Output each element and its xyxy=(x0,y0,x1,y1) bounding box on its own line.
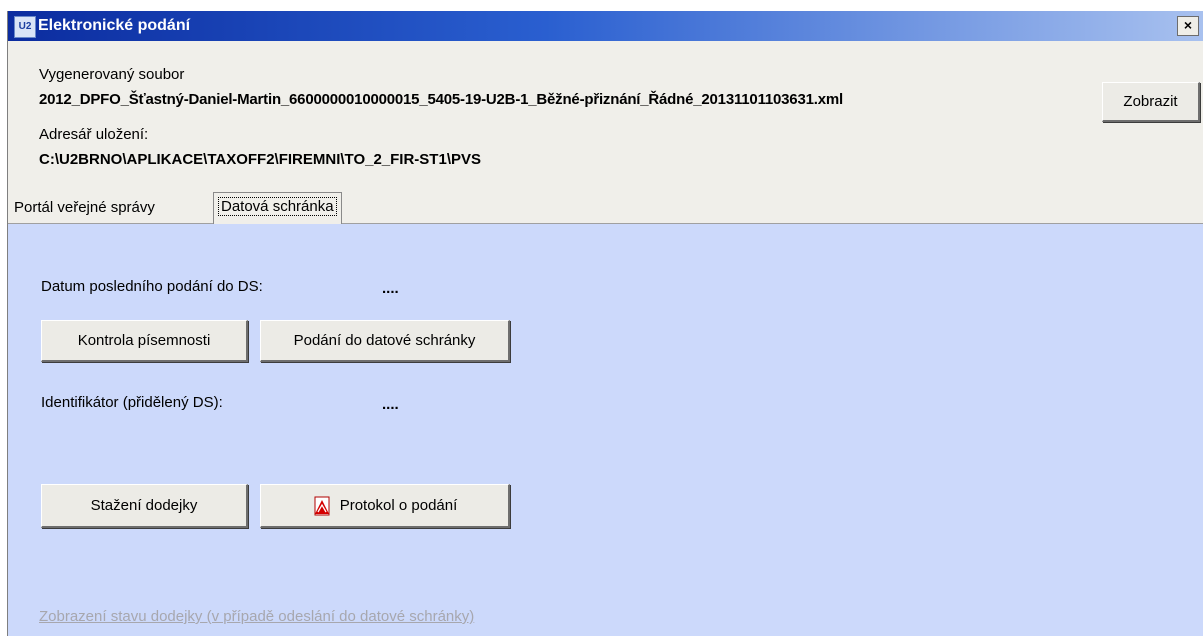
generated-file-name: 2012_DPFO_Šťastný-Daniel-Martin_66000000… xyxy=(39,91,843,108)
pdf-icon xyxy=(314,496,330,515)
check-document-button[interactable]: Kontrola písemnosti xyxy=(41,320,248,362)
tab-strip: Portál veřejné správy Datová schránka xyxy=(8,187,1203,224)
datova-schranka-panel: Datum posledního podání do DS: .... Kont… xyxy=(8,224,1203,636)
tab-datova-schranka-label: Datová schránka xyxy=(218,197,337,216)
receipt-status-link[interactable]: Zobrazení stavu dodejky (v případě odesl… xyxy=(39,608,474,625)
identifier-value: .... xyxy=(382,396,399,413)
window: U2 Elektronické podání × Vygenerovaný so… xyxy=(7,11,1203,636)
generated-file-label: Vygenerovaný soubor xyxy=(39,66,185,83)
tab-datova-schranka[interactable]: Datová schránka xyxy=(213,192,342,224)
last-date-label: Datum posledního podání do DS: xyxy=(41,278,263,295)
title-bar: U2 Elektronické podání × xyxy=(8,11,1203,41)
last-date-value: .... xyxy=(382,280,399,297)
app-icon: U2 xyxy=(14,16,36,38)
protocol-button-label: Protokol o podání xyxy=(339,496,458,514)
close-button[interactable]: × xyxy=(1177,16,1199,36)
dir-label: Adresář uložení: xyxy=(39,126,149,143)
tab-portal[interactable]: Portál veřejné správy xyxy=(10,195,159,223)
submit-to-ds-button[interactable]: Podání do datové schránky xyxy=(260,320,510,362)
window-title: Elektronické podání xyxy=(38,17,191,34)
show-button[interactable]: Zobrazit xyxy=(1102,82,1200,122)
download-receipt-button[interactable]: Stažení dodejky xyxy=(41,484,248,528)
dir-path: C:\U2BRNO\APLIKACE\TAXOFF2\FIREMNI\TO_2_… xyxy=(39,151,481,168)
protocol-button[interactable]: Protokol o podání xyxy=(260,484,510,528)
identifier-label: Identifikátor (přidělený DS): xyxy=(41,394,223,411)
